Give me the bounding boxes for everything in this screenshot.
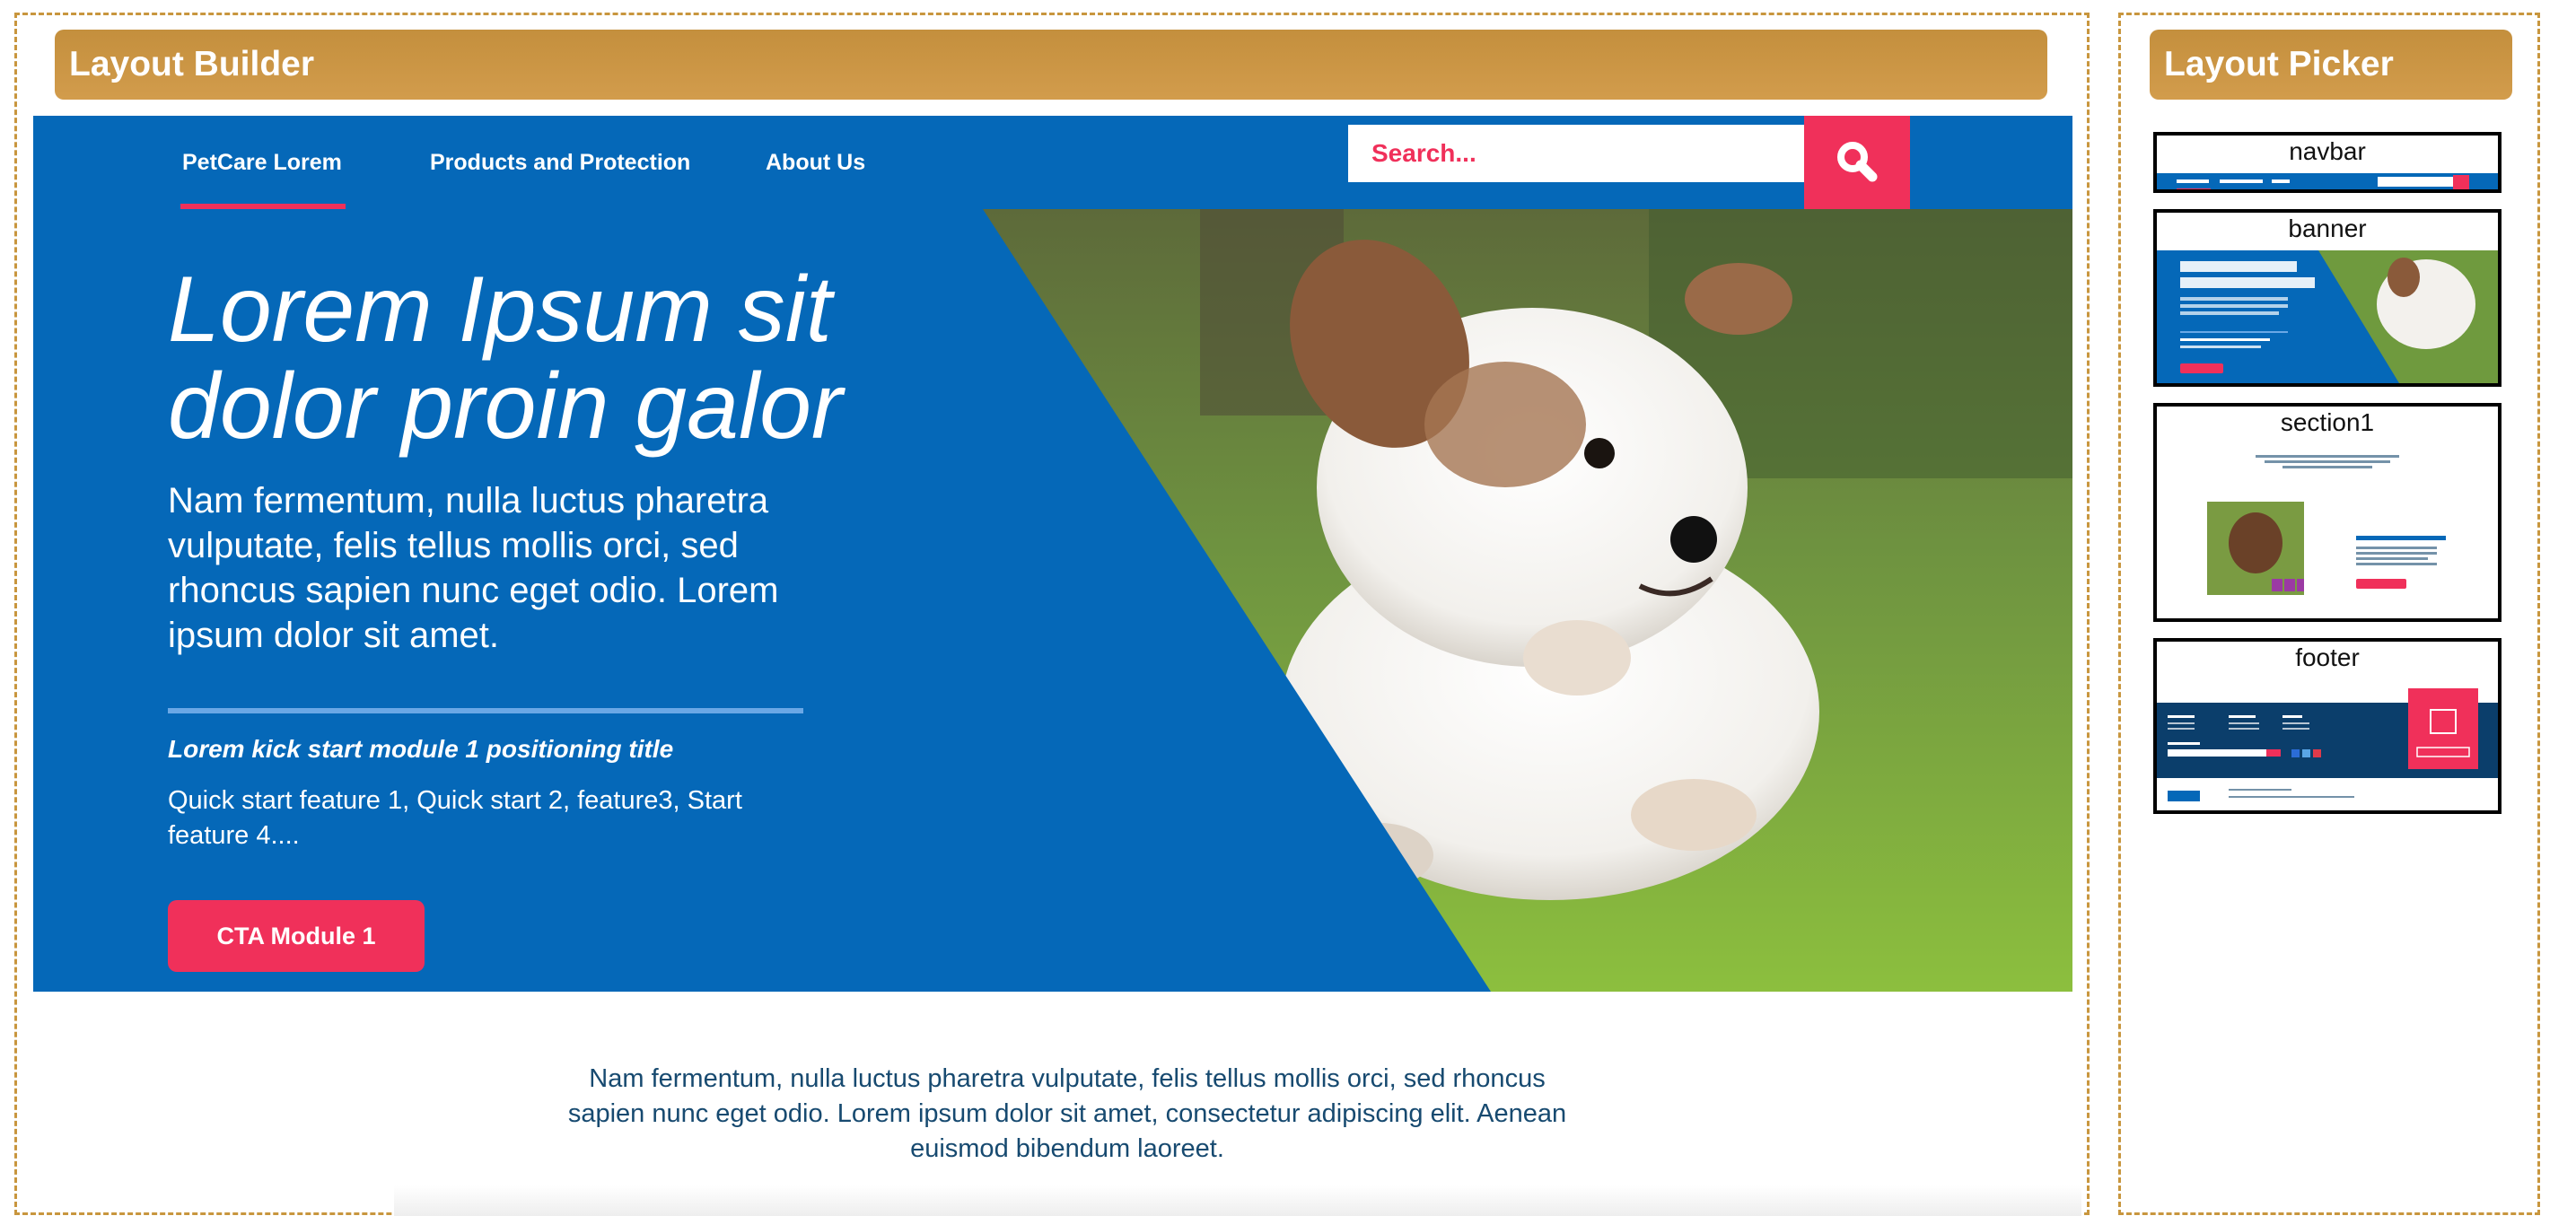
layout-builder-panel: Layout Builder PetCare Lorem Products an… [14,13,2090,1216]
nav-item-petcare[interactable]: PetCare Lorem [180,116,346,209]
card-label-section1: section1 [2280,408,2375,436]
banner-title-line1: Lorem Ipsum sit [168,258,832,362]
layout-picker-title: Layout Picker [2150,30,2512,100]
cta-button[interactable]: CTA Module 1 [168,900,425,972]
banner-divider [168,708,803,713]
banner-title-line2: dolor proin galor [168,354,843,459]
picker-card-footer[interactable]: footer [2153,638,2502,814]
navbar: PetCare Lorem Products and Protection Ab… [33,116,2072,209]
picker-card-banner[interactable]: banner [2153,209,2502,387]
search-icon [1837,142,1878,182]
banner-kick-title: Lorem kick start module 1 positioning ti… [168,735,674,763]
card-label-navbar: navbar [2289,137,2366,165]
banner-text: Nam fermentum, nulla luctus pharetra vul… [168,481,779,655]
banner-thumbnail [2157,250,2498,383]
nav-item-about[interactable]: About Us [766,116,865,209]
search-placeholder: Search... [1371,139,1476,167]
picker-card-navbar[interactable]: navbar [2153,132,2502,193]
banner-features: Quick start feature 1, Quick start 2, fe… [168,786,742,850]
footer-thumbnail [2157,688,2498,801]
banner-title: Lorem Ipsum sit dolor proin galor [168,261,976,455]
search-input[interactable]: Search... [1348,125,1804,182]
navbar-thumbnail [2157,173,2498,189]
layout-builder-title: Layout Builder [55,30,2047,100]
card-label-banner: banner [2288,214,2367,242]
nav-item-products[interactable]: Products and Protection [430,116,690,209]
section1-thumbnail [2207,455,2446,595]
intro-text: Nam fermentum, nulla luctus pharetra vul… [567,1064,1567,1163]
picker-card-section1[interactable]: section1 [2153,403,2502,622]
card-label-footer: footer [2295,643,2360,671]
layout-picker-panel: Layout Picker navbar banner section1 foo… [2118,13,2540,1215]
banner: Lorem Ipsum sit dolor proin galor Nam fe… [33,209,2072,992]
search-button[interactable] [1804,116,1910,209]
section-shadow [394,1185,2081,1216]
